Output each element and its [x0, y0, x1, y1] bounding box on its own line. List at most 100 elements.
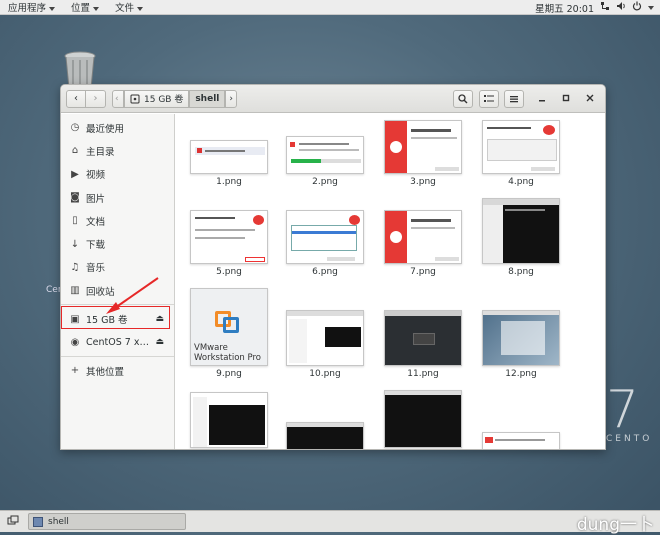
sidebar-item-label: 文档: [86, 216, 106, 228]
vmware-text: Workstation Pro: [194, 353, 261, 363]
sidebar-item-documents[interactable]: ▯ 文档: [61, 209, 174, 232]
thumbnail: [384, 310, 462, 366]
eject-icon[interactable]: ⏏: [155, 337, 164, 347]
file-item[interactable]: 7.png: [384, 210, 462, 277]
clock[interactable]: 星期五 20:01: [535, 1, 594, 15]
minimize-icon: [539, 100, 545, 102]
chevron-right-icon: ›: [229, 93, 233, 104]
sidebar-item-home[interactable]: ⌂ 主目录: [61, 139, 174, 162]
minimize-button[interactable]: [537, 93, 547, 103]
file-item[interactable]: 10.png: [286, 310, 364, 379]
search-icon: [458, 93, 468, 103]
centos-logo-text: CENTO: [606, 434, 653, 444]
camera-icon: ◙: [70, 192, 80, 204]
file-name: 7.png: [410, 267, 436, 277]
document-icon: ▯: [72, 215, 78, 227]
chevron-right-icon: ›: [93, 93, 98, 104]
taskbar-item-shell[interactable]: shell: [28, 513, 186, 530]
sidebar-item-pictures[interactable]: ◙ 图片: [61, 186, 174, 209]
places-menu[interactable]: 位置: [71, 0, 100, 14]
chevron-down-icon[interactable]: [648, 5, 654, 10]
thumbnail: VMware Workstation Pro: [190, 288, 268, 366]
file-name: 9.png: [216, 369, 242, 379]
sidebar-item-label: 主目录: [86, 146, 115, 158]
music-icon: ♫: [70, 261, 80, 273]
thumbnail: [190, 392, 268, 448]
file-item[interactable]: 2.png: [286, 136, 364, 187]
breadcrumb-left-arrow[interactable]: ‹: [112, 89, 124, 108]
file-item[interactable]: 6.png: [286, 210, 364, 277]
power-icon[interactable]: [632, 1, 642, 14]
file-item[interactable]: 5.png: [190, 210, 268, 277]
file-item[interactable]: 1.png: [190, 140, 268, 187]
home-icon: ⌂: [71, 145, 79, 157]
file-name: 10.png: [309, 369, 341, 379]
forward-button[interactable]: ›: [86, 89, 106, 108]
sidebar-item-label: CentOS 7 x…: [86, 336, 149, 348]
sidebar-divider: [61, 355, 174, 357]
chevron-left-icon: ‹: [74, 93, 78, 104]
file-item[interactable]: [190, 392, 268, 448]
drive-icon: [130, 94, 140, 103]
sidebar-item-label: 图片: [86, 193, 106, 205]
maximize-button[interactable]: [561, 93, 571, 103]
thumbnail: [482, 120, 560, 174]
thumbnail: [482, 432, 560, 449]
file-name: 6.png: [312, 267, 338, 277]
file-item[interactable]: 3.png: [384, 120, 462, 187]
network-icon[interactable]: [600, 1, 610, 14]
file-item[interactable]: [384, 390, 462, 448]
list-view-icon: [484, 94, 494, 102]
vmware-text: VMware: [194, 343, 228, 353]
file-item[interactable]: 11.png: [384, 310, 462, 379]
back-button[interactable]: ‹: [66, 89, 86, 108]
thumbnail: [384, 390, 462, 448]
breadcrumb-right-arrow[interactable]: ›: [225, 89, 238, 108]
file-name: 12.png: [505, 369, 537, 379]
thumbnail: [190, 140, 268, 174]
thumbnail: [286, 422, 364, 449]
show-desktop-icon[interactable]: [7, 515, 19, 530]
thumbnail: [384, 120, 462, 174]
view-toggle-button[interactable]: [479, 89, 499, 108]
sidebar-item-centos-disc[interactable]: ◉ CentOS 7 x… ⏏: [61, 331, 174, 354]
search-button[interactable]: [453, 89, 473, 108]
sidebar-item-recent[interactable]: ◷ 最近使用: [61, 116, 174, 139]
plus-icon: +: [70, 365, 80, 377]
sidebar-item-label: 音乐: [86, 263, 106, 275]
file-item[interactable]: 12.png: [482, 310, 560, 379]
file-manager-window: ‹ › ‹ 15 GB 卷 shell › ◷ 最近使用 ⌂ 主目录 ▶ 视频 …: [60, 84, 606, 450]
thumbnail: [482, 198, 560, 264]
sidebar-item-videos[interactable]: ▶ 视频: [61, 163, 174, 186]
menu-button[interactable]: [504, 89, 524, 108]
chevron-down-icon: [49, 7, 56, 11]
file-item[interactable]: [482, 432, 560, 449]
file-item[interactable]: VMware Workstation Pro 9.png: [190, 288, 268, 379]
file-menu[interactable]: 文件: [115, 0, 144, 14]
file-name: 4.png: [508, 177, 534, 187]
hamburger-menu-icon: [510, 95, 518, 102]
file-item[interactable]: 4.png: [482, 120, 560, 187]
file-item[interactable]: [286, 422, 364, 449]
file-name: 3.png: [410, 177, 436, 187]
sidebar-item-other-locations[interactable]: + 其他位置: [61, 359, 174, 382]
thumbnail: [286, 136, 364, 174]
file-item[interactable]: 8.png: [482, 198, 560, 277]
breadcrumb-drive[interactable]: 15 GB 卷: [124, 89, 190, 108]
thumbnail: [190, 210, 268, 264]
breadcrumb-drive-label: 15 GB 卷: [144, 95, 184, 105]
header-bar: ‹ › ‹ 15 GB 卷 shell ›: [61, 85, 605, 113]
sidebar-item-label: 视频: [86, 170, 106, 182]
volume-icon[interactable]: [616, 1, 626, 14]
breadcrumb: ‹ 15 GB 卷 shell ›: [112, 89, 238, 108]
sidebar-item-label: 其他位置: [86, 366, 125, 378]
thumbnail: [286, 310, 364, 366]
close-icon: [586, 94, 594, 102]
thumbnail: [286, 210, 364, 264]
close-button[interactable]: [585, 93, 595, 103]
applications-menu[interactable]: 应用程序: [8, 0, 56, 14]
sidebar-item-downloads[interactable]: ↓ 下载: [61, 232, 174, 255]
breadcrumb-folder[interactable]: shell: [189, 89, 226, 108]
thumbnail: [384, 210, 462, 264]
annotation-arrow-icon: [106, 277, 159, 314]
